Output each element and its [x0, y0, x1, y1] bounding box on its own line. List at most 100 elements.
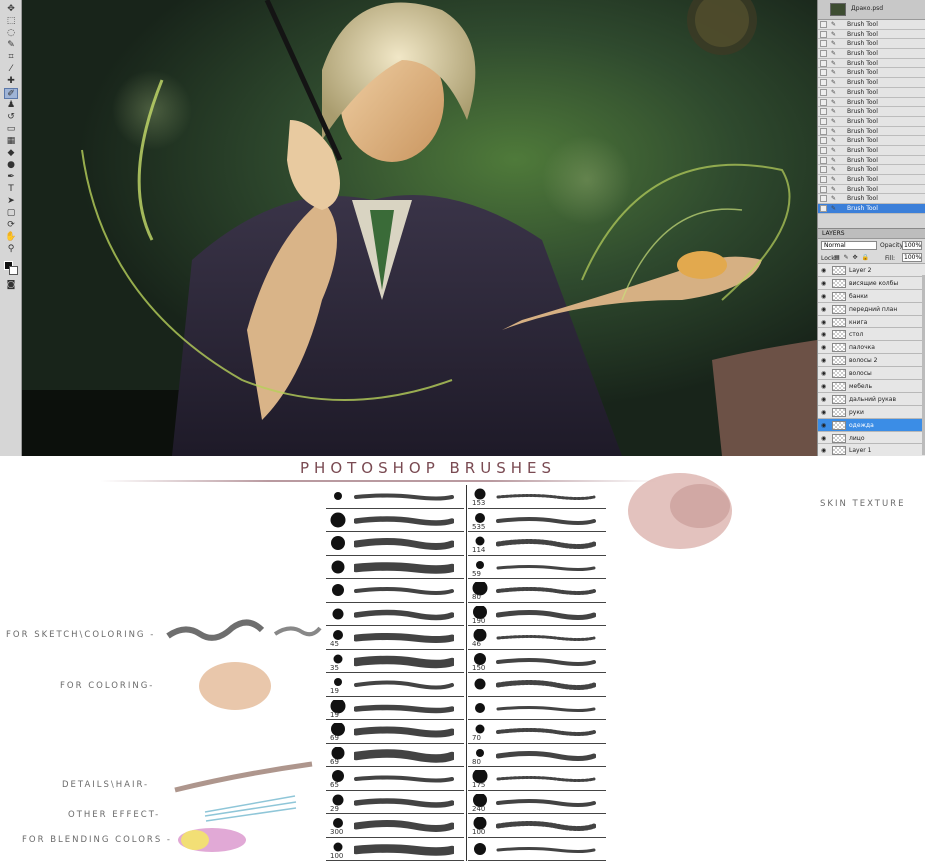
layer-row[interactable]: ◉ волосы 2: [818, 354, 925, 368]
brush-preset[interactable]: 240: [468, 791, 606, 814]
brush-preset[interactable]: [468, 838, 606, 861]
history-item[interactable]: ✎ Brush Tool: [818, 184, 925, 195]
layer-row[interactable]: ◉ одежда: [818, 418, 925, 432]
history-item[interactable]: ✎ Brush Tool: [818, 136, 925, 146]
history-checkbox[interactable]: [820, 30, 827, 38]
brush-preset[interactable]: 65: [326, 767, 464, 791]
history-item[interactable]: ✎ Brush Tool: [818, 68, 925, 79]
lock-icons[interactable]: ▦ ✎ ✥ 🔒: [834, 254, 870, 261]
move-tool-icon[interactable]: ✥: [4, 4, 18, 15]
layer-row[interactable]: ◉ мебель: [818, 380, 925, 393]
brush-preset[interactable]: 29: [326, 791, 464, 814]
layer-row[interactable]: ◉ дальний рукав: [818, 392, 925, 406]
visibility-eye-icon[interactable]: ◉: [821, 344, 826, 351]
brush-preset[interactable]: 69: [326, 720, 464, 744]
type-tool-icon[interactable]: T: [4, 184, 18, 195]
brush-preset[interactable]: 535: [468, 509, 606, 532]
history-checkbox[interactable]: [820, 185, 827, 193]
visibility-eye-icon[interactable]: ◉: [821, 319, 826, 326]
history-checkbox[interactable]: [820, 176, 827, 183]
hand-tool-icon[interactable]: ✋: [4, 232, 18, 243]
history-item[interactable]: ✎ Brush Tool: [818, 97, 925, 108]
visibility-eye-icon[interactable]: ◉: [821, 435, 826, 442]
history-checkbox[interactable]: [820, 21, 827, 28]
brush-preset[interactable]: 190: [468, 603, 606, 626]
brush-preset[interactable]: [326, 556, 464, 579]
brush-preset[interactable]: 19: [326, 697, 464, 720]
brush-preset[interactable]: 45: [326, 626, 464, 650]
brush-preset[interactable]: 80: [468, 744, 606, 767]
pen-tool-icon[interactable]: ✒: [4, 172, 18, 183]
crop-tool-icon[interactable]: ⌗: [4, 52, 18, 63]
layer-row[interactable]: ◉ висящие колбы: [818, 276, 925, 290]
history-checkbox[interactable]: [820, 166, 827, 174]
layer-row[interactable]: ◉ банки: [818, 289, 925, 303]
history-checkbox[interactable]: [820, 137, 827, 145]
brush-preset[interactable]: [326, 509, 464, 532]
brush-preset[interactable]: 70: [468, 720, 606, 744]
brush-preset[interactable]: 153: [468, 485, 606, 509]
history-checkbox[interactable]: [820, 117, 827, 125]
brush-preset[interactable]: [468, 673, 606, 697]
history-item[interactable]: ✎ Brush Tool: [818, 116, 925, 127]
visibility-eye-icon[interactable]: ◉: [821, 422, 826, 429]
brush-preset[interactable]: 114: [468, 532, 606, 556]
brush-preset[interactable]: 175: [468, 767, 606, 791]
history-item[interactable]: ✎ Brush Tool: [818, 194, 925, 205]
brush-preset[interactable]: 80: [468, 579, 606, 603]
brush-preset[interactable]: 46: [468, 626, 606, 650]
history-checkbox[interactable]: [820, 69, 827, 77]
history-document-name[interactable]: Драко.psd: [851, 5, 883, 12]
brush-preset[interactable]: 59: [468, 556, 606, 579]
dodge-tool-icon[interactable]: ●: [4, 160, 18, 171]
layer-row[interactable]: ◉ стол: [818, 328, 925, 342]
history-item[interactable]: ✎ Brush Tool: [818, 126, 925, 137]
history-item[interactable]: ✎ Brush Tool: [818, 39, 925, 50]
history-item[interactable]: ✎ Brush Tool: [818, 29, 925, 40]
history-item[interactable]: ✎ Brush Tool: [818, 175, 925, 185]
eraser-tool-icon[interactable]: ▭: [4, 124, 18, 135]
layer-row[interactable]: ◉ палочка: [818, 341, 925, 355]
history-item[interactable]: ✎ Brush Tool: [818, 78, 925, 88]
stamp-tool-icon[interactable]: ♟: [4, 100, 18, 111]
layer-row[interactable]: ◉ Layer 2: [818, 264, 925, 277]
layer-row[interactable]: ◉ передний план: [818, 302, 925, 316]
brush-preset[interactable]: [468, 697, 606, 720]
brush-preset[interactable]: 100: [468, 814, 606, 838]
visibility-eye-icon[interactable]: ◉: [821, 383, 826, 390]
history-item[interactable]: ✎ Brush Tool: [818, 87, 925, 98]
layer-row[interactable]: ◉ волосы: [818, 367, 925, 381]
fill-field[interactable]: 100%: [902, 253, 922, 262]
brush-preset[interactable]: 19: [326, 673, 464, 697]
quick-select-tool-icon[interactable]: ✎: [4, 40, 18, 51]
visibility-eye-icon[interactable]: ◉: [821, 280, 826, 287]
artwork-canvas[interactable]: [22, 0, 817, 456]
blend-mode-select[interactable]: Normal: [821, 241, 877, 250]
history-checkbox[interactable]: [820, 205, 827, 213]
background-color-swatch[interactable]: [9, 266, 18, 275]
history-item[interactable]: ✎ Brush Tool: [818, 49, 925, 59]
history-checkbox[interactable]: [820, 88, 827, 96]
lasso-tool-icon[interactable]: ◌: [4, 28, 18, 39]
brush-preset[interactable]: [326, 532, 464, 556]
history-checkbox[interactable]: [820, 79, 827, 87]
history-checkbox[interactable]: [820, 98, 827, 106]
history-checkbox[interactable]: [820, 59, 827, 67]
history-item[interactable]: ✎ Brush Tool: [818, 20, 925, 30]
brush-preset[interactable]: [326, 485, 464, 509]
3d-rotate-tool-icon[interactable]: ⟳: [4, 220, 18, 231]
history-checkbox[interactable]: [820, 156, 827, 164]
brush-preset[interactable]: 150: [468, 650, 606, 673]
visibility-eye-icon[interactable]: ◉: [821, 447, 826, 454]
visibility-eye-icon[interactable]: ◉: [821, 306, 826, 313]
history-checkbox[interactable]: [820, 146, 827, 154]
brush-preset[interactable]: [326, 603, 464, 626]
history-item[interactable]: ✎ Brush Tool: [818, 165, 925, 175]
visibility-eye-icon[interactable]: ◉: [821, 331, 826, 338]
brush-preset[interactable]: 300: [326, 814, 464, 838]
quick-mask-icon[interactable]: ◙: [4, 280, 18, 291]
history-checkbox[interactable]: [820, 50, 827, 58]
visibility-eye-icon[interactable]: ◉: [821, 357, 826, 364]
history-item[interactable]: ✎ Brush Tool: [818, 145, 925, 156]
opacity-field[interactable]: 100%: [902, 241, 922, 250]
